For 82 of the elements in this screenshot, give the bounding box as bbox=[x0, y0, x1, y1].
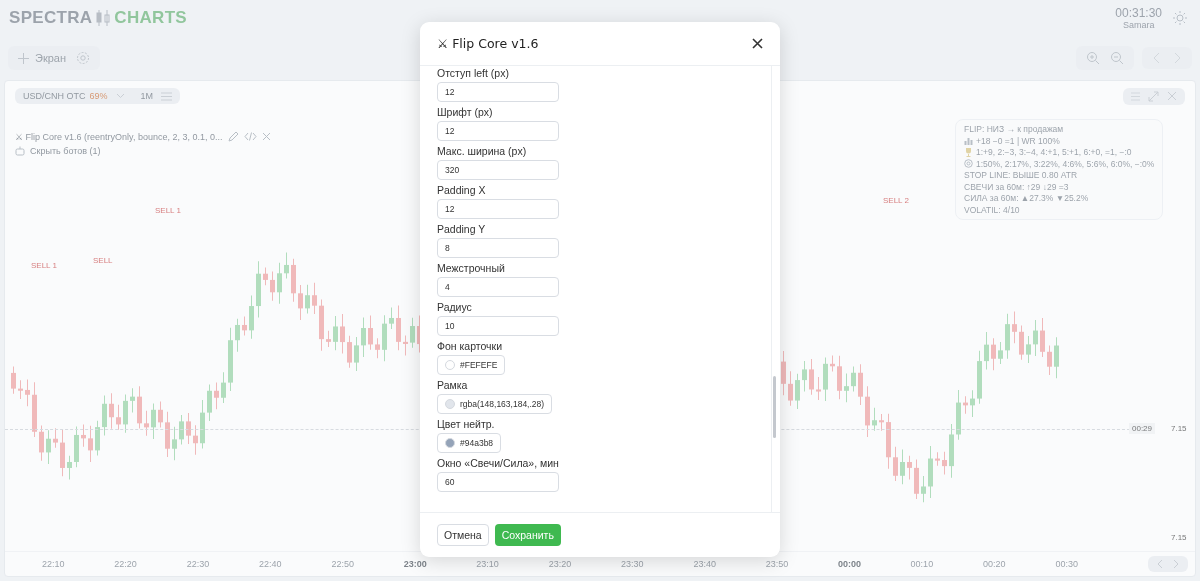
field-label: Радиус bbox=[437, 301, 473, 314]
theme-sun-icon[interactable] bbox=[1172, 10, 1188, 26]
time-axis-label: 00:10 bbox=[909, 559, 935, 569]
chevron-down-icon[interactable] bbox=[115, 93, 125, 99]
field-label: Межстрочный bbox=[437, 262, 506, 275]
scrollbar-thumb[interactable] bbox=[773, 376, 776, 438]
time-axis-label: 00:00 bbox=[836, 559, 862, 569]
input-field[interactable]: #94a3b8 bbox=[437, 433, 502, 453]
city-label: Samara bbox=[1122, 20, 1155, 30]
zoom-in-icon[interactable] bbox=[1086, 51, 1100, 65]
pencil-icon[interactable] bbox=[227, 131, 239, 142]
expand-icon[interactable] bbox=[1148, 90, 1159, 102]
field-label: Padding X bbox=[437, 184, 487, 197]
candles-logo-icon bbox=[95, 9, 112, 27]
input-field[interactable]: 60 bbox=[437, 472, 559, 492]
robot-icon bbox=[15, 146, 25, 156]
sell-signal-label: SELL 1 bbox=[155, 206, 181, 215]
field-label: Отступ left (px) bbox=[437, 67, 510, 80]
time-axis-label: 22:50 bbox=[330, 559, 355, 569]
time-axis-label: 00:20 bbox=[982, 559, 1007, 569]
indicator-label: ⚔ Flip Core v1.6 (reentryOnly, bounce, 2, 3, 0.1, 0... bbox=[15, 131, 223, 142]
previous-icon[interactable] bbox=[1155, 559, 1164, 569]
price-label: 7.15 bbox=[1171, 533, 1187, 542]
next-icon[interactable] bbox=[1172, 52, 1182, 64]
close-icon[interactable] bbox=[752, 38, 763, 49]
cancel-button[interactable]: Отмена bbox=[437, 524, 489, 546]
sell-signal-label: SELL 1 bbox=[31, 261, 57, 270]
clock: 00:31:30 bbox=[1115, 6, 1162, 20]
time-axis-label: 22:10 bbox=[40, 559, 66, 569]
next-icon[interactable] bbox=[1171, 559, 1180, 569]
input-field[interactable]: 4 bbox=[437, 277, 559, 297]
list-icon[interactable] bbox=[1131, 91, 1140, 101]
info-line: STOP LINE: ВЫШЕ 0.80 ATR bbox=[964, 170, 1078, 180]
logo-text: SPECTRA bbox=[9, 8, 93, 28]
bar-chart-icon bbox=[964, 136, 973, 145]
logo-text: CHARTS bbox=[114, 8, 187, 28]
dialog-title: ⚔ Flip Core v1.6 bbox=[437, 36, 539, 51]
time-axis-label: 00:30 bbox=[1054, 559, 1079, 569]
input-field[interactable]: 8 bbox=[437, 238, 559, 258]
plus-icon bbox=[18, 52, 29, 64]
time-axis-label: 23:00 bbox=[402, 559, 428, 569]
sell-signal-label: SELL 2 bbox=[883, 196, 909, 205]
time-axis-label: 23:50 bbox=[764, 559, 790, 569]
price-label: 7.15 bbox=[1171, 424, 1187, 433]
time-axis-label: 23:20 bbox=[547, 559, 573, 569]
countdown-label: 00:29 bbox=[1129, 423, 1156, 434]
input-field[interactable]: 12 bbox=[437, 82, 559, 102]
input-field[interactable]: #FEFEFE bbox=[437, 355, 506, 375]
trophy-icon bbox=[964, 147, 973, 157]
field-label: Шрифт (px) bbox=[437, 106, 494, 119]
input-field[interactable]: rgba(148,163,184,.28) bbox=[437, 394, 553, 414]
info-line: +18 −0 =1 | WR 100% bbox=[976, 135, 1060, 146]
info-line: FLIP: НИЗ → к продажам bbox=[964, 124, 1064, 134]
zoom-out-icon[interactable] bbox=[1110, 51, 1124, 65]
info-line: VOLATIL: 4/10 bbox=[964, 204, 1020, 215]
info-line: 1:50%, 2:17%, 3:22%, 4:6%, 5:6%, 6:0%, −:0% bbox=[976, 158, 1155, 169]
sell-signal-label: SELL bbox=[93, 256, 113, 265]
menu-icon[interactable] bbox=[161, 91, 173, 101]
target-icon bbox=[964, 159, 973, 168]
field-label: Окно «Свечи/Сила», мин bbox=[437, 457, 560, 470]
previous-icon[interactable] bbox=[1152, 52, 1162, 64]
time-axis-label: 23:10 bbox=[475, 559, 500, 569]
payout-label: 69% bbox=[89, 91, 108, 101]
time-axis-label: 22:40 bbox=[258, 559, 283, 569]
code-icon[interactable] bbox=[243, 132, 257, 141]
time-axis-label: 22:20 bbox=[113, 559, 138, 569]
time-axis-label: 23:30 bbox=[620, 559, 645, 569]
settings-icon[interactable] bbox=[76, 51, 91, 65]
input-field[interactable]: 12 bbox=[437, 199, 559, 219]
input-field[interactable]: 10 bbox=[437, 316, 559, 336]
field-label: Рамка bbox=[437, 379, 469, 392]
field-label: Padding Y bbox=[437, 223, 487, 236]
input-field[interactable]: 320 bbox=[437, 160, 559, 180]
time-axis-label: 23:40 bbox=[692, 559, 717, 569]
info-line: СИЛА за 60м: ▲27.3% ▼25.2% bbox=[964, 193, 1089, 203]
time-axis-label: 22:30 bbox=[185, 559, 211, 569]
input-field[interactable]: 12 bbox=[437, 121, 559, 141]
info-line: 1:+9, 2:−3, 3:−4, 4:+1, 5:+1, 6:+0, =1, −:0 bbox=[976, 147, 1132, 157]
field-label: Цвет нейтр. bbox=[437, 418, 496, 431]
info-line: СВЕЧИ за 60м: ↑29 ↓29 =3 bbox=[964, 181, 1069, 192]
field-label: Фон карточки bbox=[437, 340, 504, 353]
field-label: Макс. ширина (px) bbox=[437, 145, 528, 158]
